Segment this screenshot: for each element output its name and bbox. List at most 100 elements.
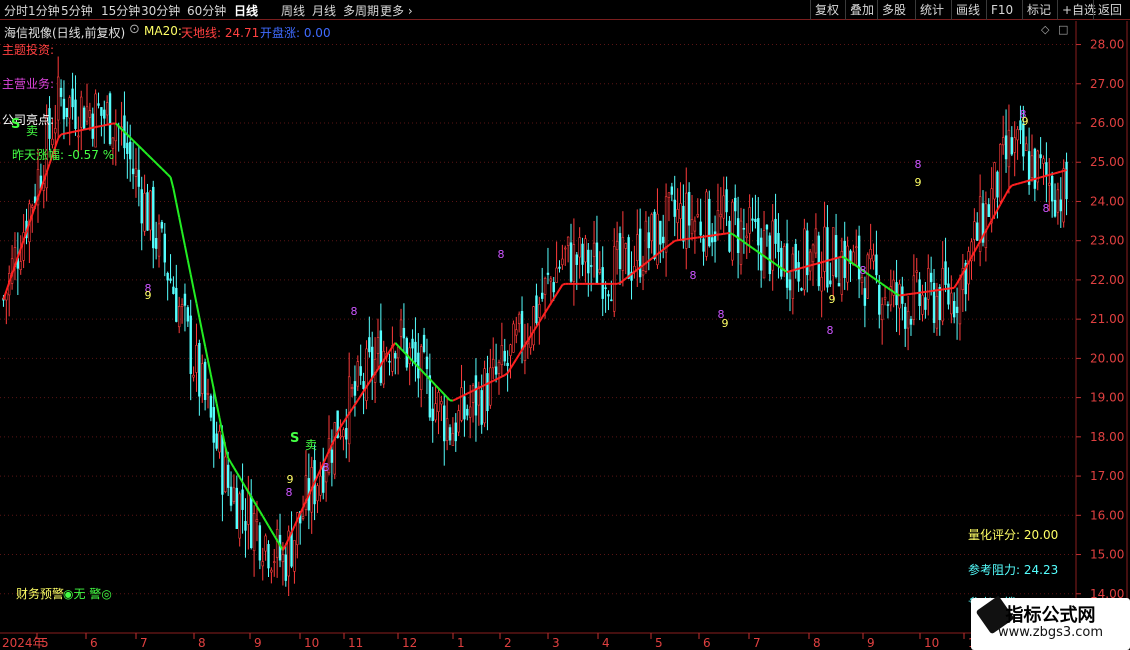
candle-body xyxy=(952,300,956,318)
no-warning-label: ◉无 警◎ xyxy=(63,587,112,601)
month-label: 1 xyxy=(457,636,465,650)
toolbar-button-6[interactable]: 标记 xyxy=(1022,0,1055,20)
ma20-segment xyxy=(233,467,238,474)
candle-body xyxy=(281,554,285,563)
month-label: 7 xyxy=(140,636,148,650)
candle-body xyxy=(748,207,751,234)
candle-body xyxy=(826,227,829,288)
ma20-segment xyxy=(455,396,460,401)
period-tab-1[interactable]: 1分钟 xyxy=(28,2,60,19)
ma20-segment xyxy=(896,293,900,297)
kline-chart[interactable]: 888888888888999999 28.0027.0026.0025.002… xyxy=(0,21,1130,650)
candle-body xyxy=(878,284,881,315)
candle-body xyxy=(368,337,371,353)
candle-body xyxy=(77,135,80,138)
ma20-segment xyxy=(472,388,477,392)
td-marker-8: 8 xyxy=(286,486,293,499)
candle-body xyxy=(765,224,769,230)
candle-body xyxy=(739,220,743,265)
candle-body xyxy=(543,277,547,295)
candle-body xyxy=(440,401,443,405)
candle-body xyxy=(693,220,697,232)
ma20-segment xyxy=(195,303,201,318)
toolbar-button-2[interactable]: 多股 xyxy=(877,0,910,20)
candle-body xyxy=(578,237,581,258)
candle-body xyxy=(134,168,138,177)
toolbar-button-3[interactable]: 统计 xyxy=(915,0,948,20)
candle-body xyxy=(791,253,795,299)
ma20-segment xyxy=(201,331,207,347)
period-tab-5[interactable]: 60分钟 xyxy=(187,2,226,19)
price-tick-label: 16.00 xyxy=(1090,508,1124,522)
candle-body xyxy=(192,374,195,378)
candle-body xyxy=(97,103,100,106)
period-tab-6[interactable]: 日线 xyxy=(234,2,258,19)
candle-body xyxy=(379,330,383,383)
stock-title[interactable]: 海信视像(日线,前复权) xyxy=(4,24,125,41)
dropdown-icon[interactable]: ⊙ xyxy=(129,22,140,37)
candle-body xyxy=(212,407,215,443)
candle-body xyxy=(382,350,385,385)
month-label: 9 xyxy=(867,636,875,650)
candle-body xyxy=(1010,137,1014,155)
candle-body xyxy=(261,561,264,567)
ma20-segment xyxy=(501,374,506,378)
ma20-segment xyxy=(189,274,195,290)
candle-body xyxy=(546,272,550,275)
period-tab-8[interactable]: 月线 xyxy=(312,2,336,19)
candle-body xyxy=(624,243,627,249)
square-icon[interactable]: □ xyxy=(1058,23,1068,36)
resistance-value: 参考阻力: 24.23 xyxy=(968,563,1059,577)
candle-body xyxy=(708,198,711,247)
candle-body xyxy=(621,237,625,271)
candle-body xyxy=(290,531,293,567)
period-tab-10[interactable]: 更多 › xyxy=(380,2,413,19)
candle-body xyxy=(587,249,590,274)
candle-body xyxy=(463,396,466,420)
candle-body xyxy=(224,456,227,493)
period-tab-4[interactable]: 30分钟 xyxy=(141,2,180,19)
candle-body xyxy=(757,218,760,246)
candle-body xyxy=(270,569,273,573)
candle-body xyxy=(958,278,962,325)
ma20-segment xyxy=(824,259,828,263)
diamond-icon[interactable]: ◇ xyxy=(1041,23,1049,36)
ma20-segment xyxy=(394,342,399,347)
candle-body xyxy=(1033,148,1037,189)
month-label: 2 xyxy=(504,636,512,650)
period-tab-7[interactable]: 周线 xyxy=(281,2,305,19)
candle-body xyxy=(163,233,166,263)
candle-body xyxy=(667,192,671,198)
candle-body xyxy=(157,223,161,257)
candle-body xyxy=(186,307,190,322)
candle-body xyxy=(682,205,685,242)
candle-body xyxy=(944,261,947,285)
ma20-segment xyxy=(792,268,797,272)
toolbar-button-5[interactable]: F10 xyxy=(986,0,1017,20)
candle-body xyxy=(206,392,210,395)
ma20-segment xyxy=(1023,180,1027,184)
toolbar-button-8[interactable]: 返回 xyxy=(1093,0,1126,20)
td-marker-8: 8 xyxy=(690,269,697,282)
candle-body xyxy=(356,361,360,387)
candle-body xyxy=(154,237,158,249)
toolbar-button-0[interactable]: 复权 xyxy=(810,0,843,20)
ma20-segment xyxy=(440,390,445,396)
period-tab-3[interactable]: 15分钟 xyxy=(101,2,140,19)
candle-body xyxy=(929,272,933,283)
candlestick-series xyxy=(2,56,1068,596)
ma20-segment xyxy=(512,358,518,365)
price-tick-label: 24.00 xyxy=(1090,194,1124,208)
period-tab-0[interactable]: 分时 xyxy=(4,2,28,19)
candle-body xyxy=(719,213,723,218)
candle-body xyxy=(434,403,437,421)
toolbar-button-1[interactable]: 叠加 xyxy=(845,0,878,20)
candle-body xyxy=(863,288,867,306)
toolbar-button-4[interactable]: 画线 xyxy=(951,0,984,20)
candle-body xyxy=(811,244,815,263)
period-tab-9[interactable]: 多周期 xyxy=(343,2,379,19)
period-toolbar: 分时 1分钟 5分钟 15分钟 30分钟 60分钟 日线 周线 月线 多周期 更多 › 复权 叠加 多股统… xyxy=(0,0,1130,20)
month-label: 3 xyxy=(552,636,560,650)
ma20-segment xyxy=(98,124,102,128)
period-tab-2[interactable]: 5分钟 xyxy=(61,2,93,19)
